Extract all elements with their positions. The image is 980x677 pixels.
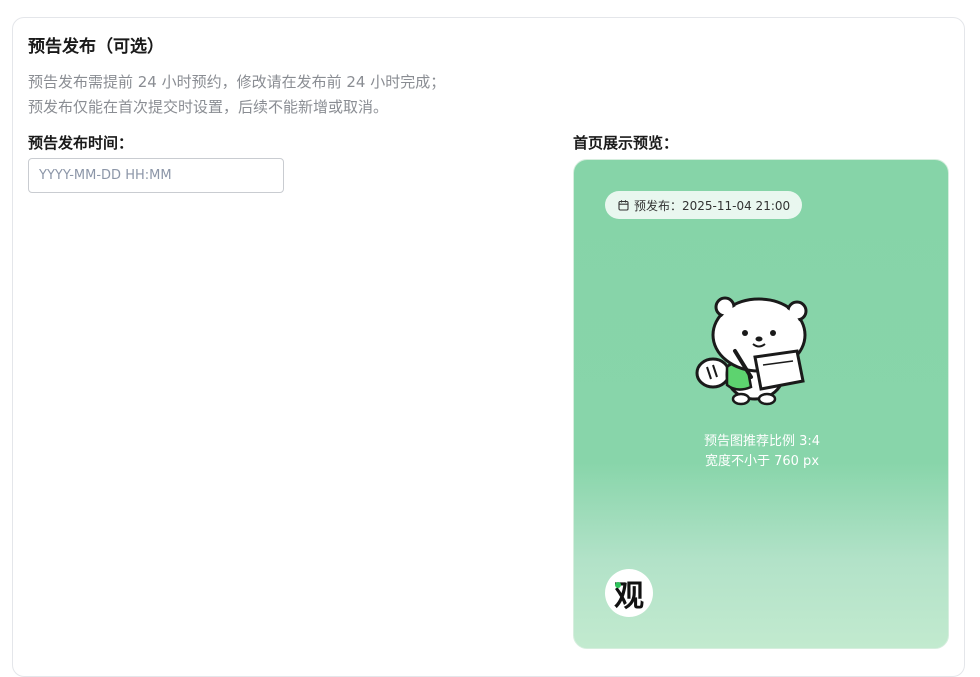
prepublish-badge: 预发布：2025-11-04 21:00 — [605, 191, 803, 219]
publish-time-input[interactable] — [28, 158, 284, 193]
logo-text: 观 — [614, 579, 644, 614]
description-line-2: 预发布仅能在首次提交时设置，后续不能新增或取消。 — [28, 98, 389, 116]
brand-logo: 观 — [605, 569, 653, 617]
homepage-preview-label: 首页展示预览： — [573, 134, 679, 152]
image-width-hint: 宽度不小于 760 px — [704, 454, 820, 469]
image-ratio-hint: 预告图推荐比例 3:4 — [703, 434, 821, 449]
section-title: 预告发布（可选） — [28, 37, 164, 57]
logo-dot — [615, 582, 621, 588]
description-line-1: 预告发布需提前 24 小时预约，修改请在发布前 24 小时完成； — [28, 73, 446, 91]
bear-mascot-illustration — [695, 296, 808, 406]
calendar-icon — [618, 199, 629, 211]
publish-time-label: 预告发布时间： — [28, 134, 134, 152]
prepublish-badge-text: 预发布：2025-11-04 21:00 — [634, 198, 791, 213]
homepage-preview-card[interactable]: 预发布：2025-11-04 21:00 预告图推荐比例 3:4 宽度不小于 7… — [573, 159, 949, 649]
